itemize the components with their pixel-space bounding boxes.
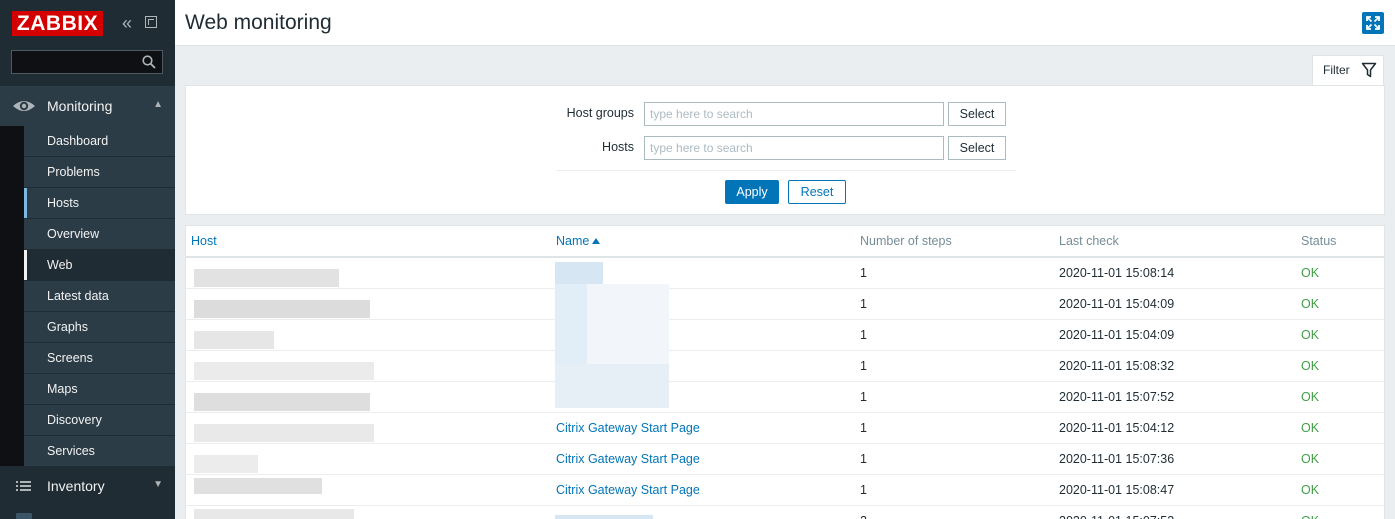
- filter-icon: [1361, 62, 1377, 78]
- status-cell: OK: [1296, 505, 1384, 519]
- menu-item-discovery[interactable]: Discovery: [24, 405, 175, 436]
- hosts-select-button[interactable]: Select: [948, 136, 1006, 160]
- filter-divider: [556, 170, 1016, 171]
- name-cell[interactable]: Citrix Gateway Start Page: [551, 412, 855, 444]
- menu-inventory-label: Inventory: [47, 478, 105, 494]
- steps-cell: 1: [855, 381, 1054, 413]
- table-row: 2 2020-11-01 15:07:52 OK: [186, 505, 1384, 519]
- menu-monitoring[interactable]: Monitoring ▲: [0, 86, 175, 126]
- page-header: Web monitoring: [175, 0, 1395, 46]
- fullscreen-icon: [1366, 16, 1380, 30]
- sort-ascending-icon: [592, 238, 601, 244]
- reports-icon: [16, 513, 32, 519]
- host-groups-label: Host groups: [566, 106, 634, 120]
- last-check-cell: 2020-11-01 15:08:47: [1054, 474, 1296, 506]
- column-header-steps: Number of steps: [855, 226, 1054, 258]
- last-check-cell: 2020-11-01 15:07:36: [1054, 443, 1296, 475]
- last-check-cell: 2020-11-01 15:07:52: [1054, 381, 1296, 413]
- last-check-cell: 2020-11-01 15:08:32: [1054, 350, 1296, 382]
- name-cell[interactable]: Citrix Gateway Start Page: [551, 474, 855, 506]
- menu-item-maps[interactable]: Maps: [24, 374, 175, 405]
- zabbix-logo[interactable]: ZABBIX: [12, 11, 103, 36]
- web-scenarios-table: Host Name Number of steps Last check Sta…: [185, 225, 1385, 519]
- host-groups-select-button[interactable]: Select: [948, 102, 1006, 126]
- status-cell: OK: [1296, 412, 1384, 444]
- page-title: Web monitoring: [185, 11, 332, 34]
- table-row: Citrix Gateway Start Page 1 2020-11-01 1…: [186, 474, 1384, 506]
- menu-item-screens[interactable]: Screens: [24, 343, 175, 374]
- menu-item-graphs[interactable]: Graphs: [24, 312, 175, 343]
- menu-item-hosts[interactable]: Hosts: [24, 188, 175, 219]
- menu-item-web[interactable]: Web: [24, 250, 175, 281]
- list-icon: [16, 481, 31, 491]
- sidebar: ZABBIX « Monitoring ▲ Dashboard Problems…: [0, 0, 175, 519]
- steps-cell: 1: [855, 319, 1054, 351]
- steps-cell: 1: [855, 350, 1054, 382]
- kiosk-mode-icon[interactable]: [145, 16, 157, 28]
- apply-button[interactable]: Apply: [725, 180, 779, 204]
- table-row: 1 2020-11-01 15:04:09 OK: [186, 319, 1384, 351]
- status-cell: OK: [1296, 381, 1384, 413]
- sidebar-search-input[interactable]: [12, 51, 136, 73]
- last-check-cell: 2020-11-01 15:04:09: [1054, 288, 1296, 320]
- steps-cell: 1: [855, 257, 1054, 289]
- status-cell: OK: [1296, 443, 1384, 475]
- status-cell: OK: [1296, 350, 1384, 382]
- menu-item-services[interactable]: Services: [24, 436, 175, 467]
- last-check-cell: 2020-11-01 15:04:12: [1054, 412, 1296, 444]
- status-cell: OK: [1296, 257, 1384, 289]
- fullscreen-button[interactable]: [1362, 12, 1384, 34]
- filter-tab-label: Filter: [1323, 63, 1350, 77]
- steps-cell: 1: [855, 474, 1054, 506]
- logo-row: ZABBIX «: [0, 0, 175, 46]
- reset-button[interactable]: Reset: [788, 180, 846, 204]
- filter-tab[interactable]: Filter: [1312, 55, 1384, 86]
- table-row: 1 2020-11-01 15:08:14 OK: [186, 257, 1384, 289]
- column-header-name[interactable]: Name: [551, 226, 855, 258]
- table-header-row: Host Name Number of steps Last check Sta…: [186, 226, 1384, 258]
- steps-cell: 1: [855, 412, 1054, 444]
- last-check-cell: 2020-11-01 15:07:52: [1054, 505, 1296, 519]
- steps-cell: 1: [855, 288, 1054, 320]
- status-cell: OK: [1296, 474, 1384, 506]
- status-cell: OK: [1296, 288, 1384, 320]
- table-row: Citrix Gateway Start Page 1 2020-11-01 1…: [186, 443, 1384, 475]
- search-icon[interactable]: [142, 55, 156, 69]
- host-groups-input[interactable]: [644, 102, 944, 126]
- chevron-down-icon: ▼: [153, 479, 163, 490]
- chevron-up-icon: ▲: [153, 99, 163, 110]
- eye-icon: [13, 101, 35, 111]
- collapse-sidebar-icon[interactable]: «: [118, 13, 136, 33]
- last-check-cell: 2020-11-01 15:08:14: [1054, 257, 1296, 289]
- menu-item-problems[interactable]: Problems: [24, 157, 175, 188]
- steps-cell: 1: [855, 443, 1054, 475]
- filter-panel: Host groups Select Hosts Select Apply Re…: [185, 85, 1385, 215]
- menu-item-overview[interactable]: Overview: [24, 219, 175, 250]
- menu-monitoring-label: Monitoring: [47, 98, 113, 114]
- menu-item-dashboard[interactable]: Dashboard: [24, 126, 175, 157]
- last-check-cell: 2020-11-01 15:04:09: [1054, 319, 1296, 351]
- status-cell: OK: [1296, 319, 1384, 351]
- menu-inventory[interactable]: Inventory ▼: [0, 466, 175, 506]
- hosts-label: Hosts: [602, 140, 634, 154]
- column-header-host[interactable]: Host: [186, 226, 551, 258]
- hosts-input[interactable]: [644, 136, 944, 160]
- column-header-status: Status: [1296, 226, 1384, 258]
- sidebar-search: [11, 50, 163, 74]
- steps-cell: 2: [855, 505, 1054, 519]
- column-header-last-check: Last check: [1054, 226, 1296, 258]
- name-cell[interactable]: Citrix Gateway Start Page: [551, 443, 855, 475]
- menu-item-latest-data[interactable]: Latest data: [24, 281, 175, 312]
- monitoring-submenu: Dashboard Problems Hosts Overview Web La…: [0, 126, 175, 467]
